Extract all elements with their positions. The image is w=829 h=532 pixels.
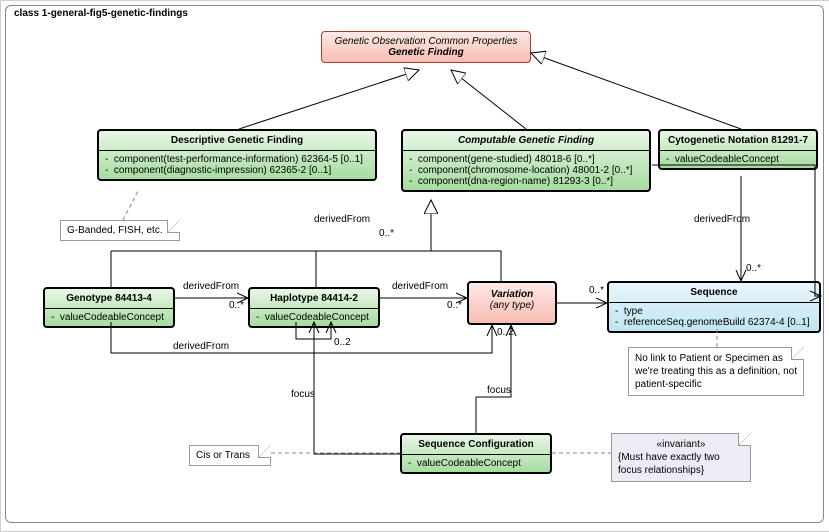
attr-row: - component(gene-studied) 48018-6 [0..*] [409,154,643,165]
lbl-mult: 0..2 [334,337,351,348]
attr-row: - component(test-performance-information… [105,154,369,165]
lbl-focus: focus [487,385,511,396]
class-variation: Variation (any type) [467,281,557,325]
frame-title: class 1-general-fig5-genetic-findings [5,5,203,21]
class-sequence-configuration: Sequence Configuration - valueCodeableCo… [400,433,552,474]
class-descriptive-genetic-finding: Descriptive Genetic Finding - component(… [97,129,377,181]
attr-row: - component(diagnostic-impression) 62365… [105,165,369,176]
lbl-derivedfrom: derivedFrom [694,214,750,225]
attr-row: - referenceSeq.genomeBuild 62374-4 [0..1… [615,317,813,328]
attr-row: - valueCodeableConcept [666,154,810,165]
class-subtitle: (any type) [471,300,553,311]
class-title: Descriptive Genetic Finding [171,135,303,146]
class-haplotype: Haplotype 84414-2 - valueCodeableConcept [248,287,380,328]
class-cytogenetic-notation: Cytogenetic Notation 81291-7 - valueCode… [658,129,818,170]
class-title: Computable Genetic Finding [458,135,594,146]
lbl-mult: 0..* [589,285,604,296]
note-cistrans: Cis or Trans [189,445,271,466]
class-genotype: Genotype 84413-4 - valueCodeableConcept [43,287,175,328]
lbl-mult: 0..* [229,300,244,311]
lbl-mult: 0..* [379,228,394,239]
class-title: Variation [471,289,553,300]
class-sequence: Sequence - type - referenceSeq.genomeBui… [607,281,821,333]
lbl-derivedfrom: derivedFrom [392,281,448,292]
class-title: Genotype 84413-4 [66,293,152,304]
class-computable-genetic-finding: Computable Genetic Finding - component(g… [401,129,651,192]
stereotype-label: Genetic Observation Common Properties [328,36,524,47]
lbl-derivedfrom: derivedFrom [314,214,370,225]
lbl-mult: 0..2 [497,327,514,338]
lbl-mult: 0..* [746,263,761,274]
lbl-mult: 0..* [447,300,462,311]
diagram-canvas: class 1-general-fig5-genetic-findings Ge… [0,0,829,532]
attr-row: - type [615,306,813,317]
note-sequence: No link to Patient or Specimen as we're … [628,347,804,396]
lbl-focus: focus [291,389,315,400]
class-title: Haplotype 84414-2 [270,293,358,304]
class-title: Cytogenetic Notation 81291-7 [668,135,808,146]
class-genetic-finding: Genetic Observation Common Properties Ge… [321,31,531,63]
class-title: Sequence [690,287,737,298]
attr-row: - valueCodeableConcept [256,312,372,323]
lbl-derivedfrom: derivedFrom [173,341,229,352]
attr-row: - component(dna-region-name) 81293-3 [0.… [409,176,643,187]
attr-row: - component(chromosome-location) 48001-2… [409,165,643,176]
class-title: Sequence Configuration [418,439,534,450]
note-gbanded: G-Banded, FISH, etc. [60,220,180,241]
attr-row: - valueCodeableConcept [408,458,544,469]
lbl-derivedfrom: derivedFrom [183,281,239,292]
note-invariant: «invariant» {Must have exactly two focus… [611,433,751,482]
attr-row: - valueCodeableConcept [51,312,167,323]
class-title: Genetic Finding [328,47,524,58]
